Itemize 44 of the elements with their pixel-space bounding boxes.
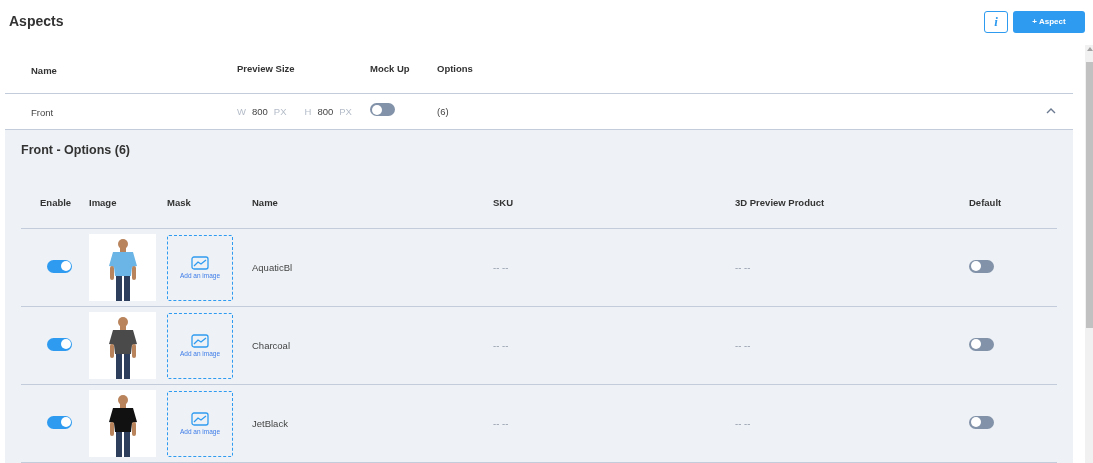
page-title: Aspects	[9, 12, 65, 29]
chevron-up-icon[interactable]	[1046, 108, 1056, 115]
unit-label: PX	[339, 105, 352, 117]
column-header: Default	[968, 197, 1003, 208]
height-label: H	[304, 105, 312, 117]
column-header: Image	[88, 197, 118, 208]
preview-product-value: -- --	[734, 340, 752, 351]
enable-toggle[interactable]	[47, 259, 72, 273]
column-header: SKU	[492, 197, 515, 208]
option-name: JetBlack	[251, 418, 289, 429]
width-label: W	[237, 105, 246, 117]
default-toggle[interactable]	[969, 259, 994, 273]
image-icon	[191, 334, 209, 348]
image-icon	[191, 256, 209, 270]
height-value: 800	[317, 105, 334, 117]
column-header: Preview Size	[236, 63, 296, 75]
column-header: Name	[31, 64, 57, 76]
scrollbar[interactable]	[1085, 45, 1093, 463]
preview-product-value: -- --	[734, 418, 752, 429]
column-header: Mock Up	[369, 63, 411, 75]
sku-value: -- --	[492, 340, 510, 351]
add-aspect-button[interactable]: + Aspect	[1013, 10, 1085, 33]
option-name: Charcoal	[251, 340, 292, 351]
enable-toggle[interactable]	[47, 415, 72, 429]
panel-title: Front - Options (6)	[21, 143, 131, 159]
aspect-name: Front	[31, 107, 54, 119]
column-header: Enable	[39, 197, 73, 208]
width-value: 800	[251, 105, 268, 117]
column-header: Name	[251, 197, 279, 208]
default-toggle[interactable]	[969, 337, 994, 351]
sku-value: -- --	[492, 262, 510, 273]
sku-value: -- --	[492, 418, 510, 429]
option-name: AquaticBl	[251, 262, 294, 273]
preview-product-value: -- --	[734, 262, 752, 273]
info-button[interactable]: i	[984, 10, 1008, 33]
column-header: 3D Preview Product	[734, 197, 826, 208]
unit-label: PX	[273, 105, 287, 117]
default-toggle[interactable]	[969, 415, 994, 429]
column-header: Options	[436, 63, 474, 75]
column-header: Mask	[166, 197, 192, 208]
image-icon	[191, 412, 209, 426]
enable-toggle[interactable]	[47, 337, 72, 351]
options-count: (6)	[436, 105, 450, 117]
mock-up-toggle[interactable]	[370, 103, 395, 117]
